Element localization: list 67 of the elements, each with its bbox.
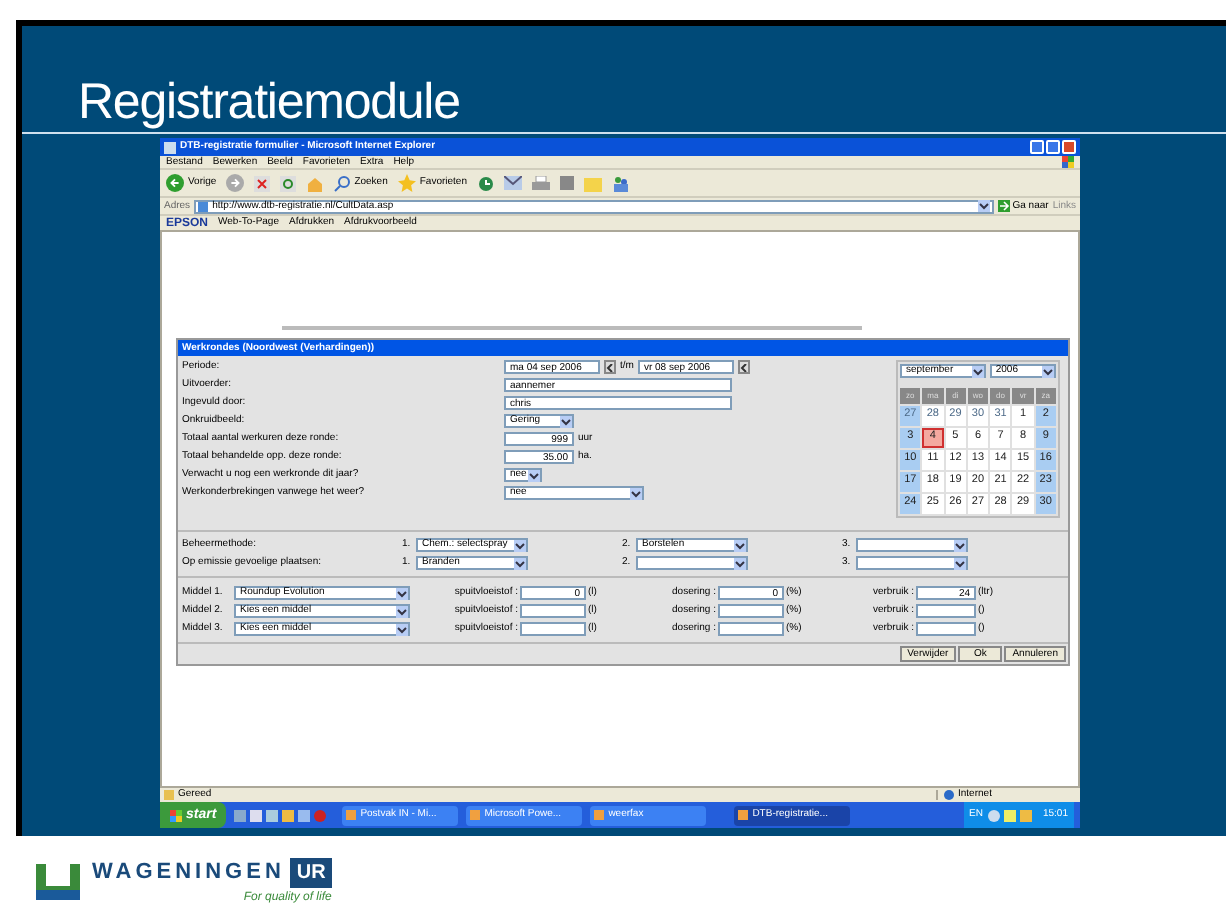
- dropdown-arrow-icon: [560, 415, 572, 428]
- globe-icon: [944, 790, 954, 800]
- toolbar-button[interactable]: [531, 175, 549, 191]
- dropdown-field[interactable]: [856, 538, 968, 552]
- dropdown-arrow-icon: [734, 539, 746, 551]
- dropdown-arrow-icon: [514, 557, 526, 569]
- input-field[interactable]: [718, 604, 784, 618]
- app-icon: [470, 810, 481, 820]
- dropdown-arrow-icon: [734, 557, 746, 569]
- input-field[interactable]: [718, 622, 784, 636]
- toolbar-button[interactable]: [559, 176, 573, 190]
- printer-icon: [531, 175, 549, 191]
- folder-icon: [583, 175, 601, 191]
- dropdown-field[interactable]: [636, 556, 748, 570]
- clock-icon: [477, 175, 493, 191]
- envelope-icon: [503, 176, 521, 190]
- toolbar-button[interactable]: [611, 175, 629, 191]
- close-button[interactable]: [1062, 140, 1076, 154]
- arrow-icon: [998, 200, 1011, 212]
- calendar-button[interactable]: [737, 360, 750, 375]
- app-icon: [738, 810, 749, 820]
- star-icon: [397, 174, 416, 192]
- page-icon: [198, 201, 209, 211]
- caret-icon: [739, 363, 748, 372]
- people-icon: [611, 175, 629, 191]
- dropdown-arrow-icon: [971, 365, 984, 377]
- house-icon: [306, 175, 325, 191]
- page-icon: [164, 790, 174, 800]
- logo-text: WAGENINGEN: [92, 858, 285, 888]
- dropdown-arrow-icon: [630, 487, 642, 500]
- caret-icon: [606, 363, 614, 372]
- toolbar-button[interactable]: [254, 175, 271, 191]
- dropdown-arrow-icon: [978, 200, 991, 212]
- dropdown-arrow-icon: [514, 539, 526, 551]
- calendar-button[interactable]: [604, 360, 616, 375]
- maximize-button[interactable]: [1046, 140, 1060, 154]
- refresh-icon: [280, 175, 297, 191]
- dropdown-arrow-icon: [954, 557, 966, 569]
- dropdown-arrow-icon: [1042, 365, 1054, 377]
- slide-title: Registratiemodule: [78, 72, 460, 132]
- windows-logo-icon: [170, 809, 182, 821]
- stop-icon: [254, 175, 271, 191]
- search-icon: [334, 175, 351, 191]
- dropdown-field[interactable]: [856, 556, 968, 570]
- page-icon: [164, 141, 176, 153]
- app-icon: [594, 810, 605, 820]
- windows-logo-icon: [1062, 156, 1074, 168]
- dropdown-arrow-icon: [396, 587, 408, 599]
- square-icon: [559, 176, 573, 190]
- input-field[interactable]: [916, 622, 976, 636]
- back-arrow-icon: [166, 174, 184, 192]
- dropdown-arrow-icon: [396, 623, 408, 635]
- input-field[interactable]: [520, 622, 586, 636]
- input-field[interactable]: [916, 604, 976, 618]
- toolbar-button[interactable]: [477, 175, 493, 191]
- toolbar-button[interactable]: [503, 176, 521, 190]
- forward-arrow-icon: [226, 174, 245, 192]
- app-icon: [346, 810, 357, 820]
- dropdown-arrow-icon: [528, 469, 540, 482]
- toolbar-button[interactable]: [280, 175, 297, 191]
- minimize-button[interactable]: [1030, 140, 1044, 154]
- logo-badge: UR: [290, 857, 332, 888]
- dropdown-arrow-icon: [396, 605, 408, 617]
- input-field[interactable]: [520, 604, 586, 618]
- logo-mark-icon: [36, 863, 80, 900]
- tray-icons: [988, 809, 1037, 821]
- dropdown-arrow-icon: [954, 539, 966, 551]
